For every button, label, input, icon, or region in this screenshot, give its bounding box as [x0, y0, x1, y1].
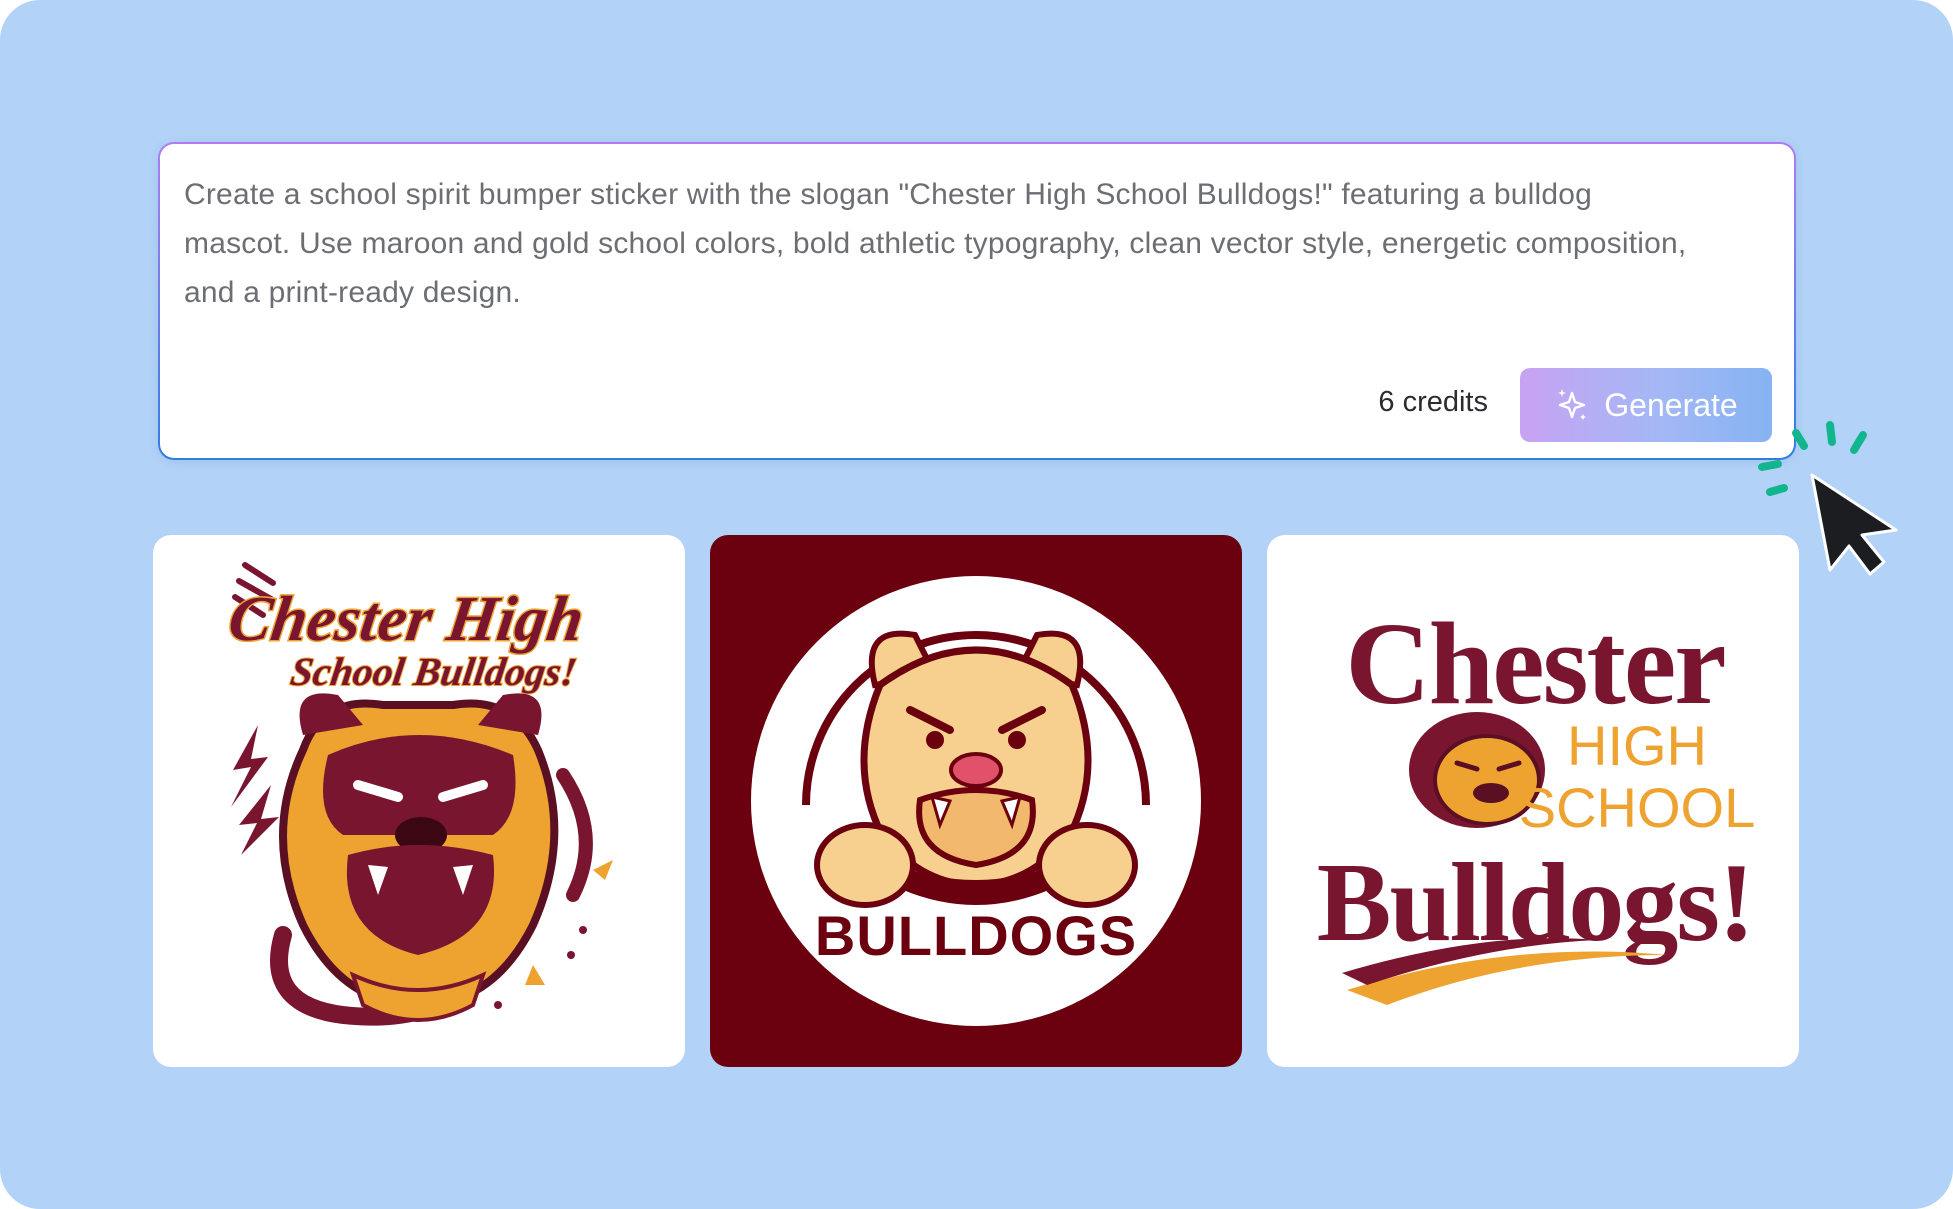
prompt-textarea[interactable]: Create a school spirit bumper sticker wi… — [158, 142, 1796, 460]
result-3-line4: Bulldogs! — [1317, 841, 1753, 965]
result-image-2[interactable]: BULLDOGS — [710, 535, 1242, 1067]
canvas: Create a school spirit bumper sticker wi… — [0, 0, 1953, 1209]
result-image-1[interactable]: Chester High School Bulldogs! — [153, 535, 685, 1067]
generate-label: Generate — [1604, 386, 1738, 423]
result-1-line1: Chester High — [224, 583, 588, 654]
bulldog-mascot — [279, 693, 559, 1022]
result-image-3[interactable]: Chester HIGH SCHOOL Bulldogs! — [1267, 535, 1799, 1067]
result-3-line2: HIGH — [1567, 714, 1707, 777]
generate-button[interactable]: Generate — [1520, 368, 1772, 442]
result-2-line1: BULLDOGS — [815, 904, 1137, 967]
prompt-text[interactable]: Create a school spirit bumper sticker wi… — [184, 170, 1704, 317]
sparkles-icon — [1558, 389, 1587, 420]
result-1-line2: School Bulldogs! — [288, 649, 580, 694]
result-3-line3: SCHOOL — [1519, 776, 1756, 839]
result-3-line1: Chester — [1345, 598, 1724, 729]
credits-label: 6 credits — [1378, 386, 1488, 418]
